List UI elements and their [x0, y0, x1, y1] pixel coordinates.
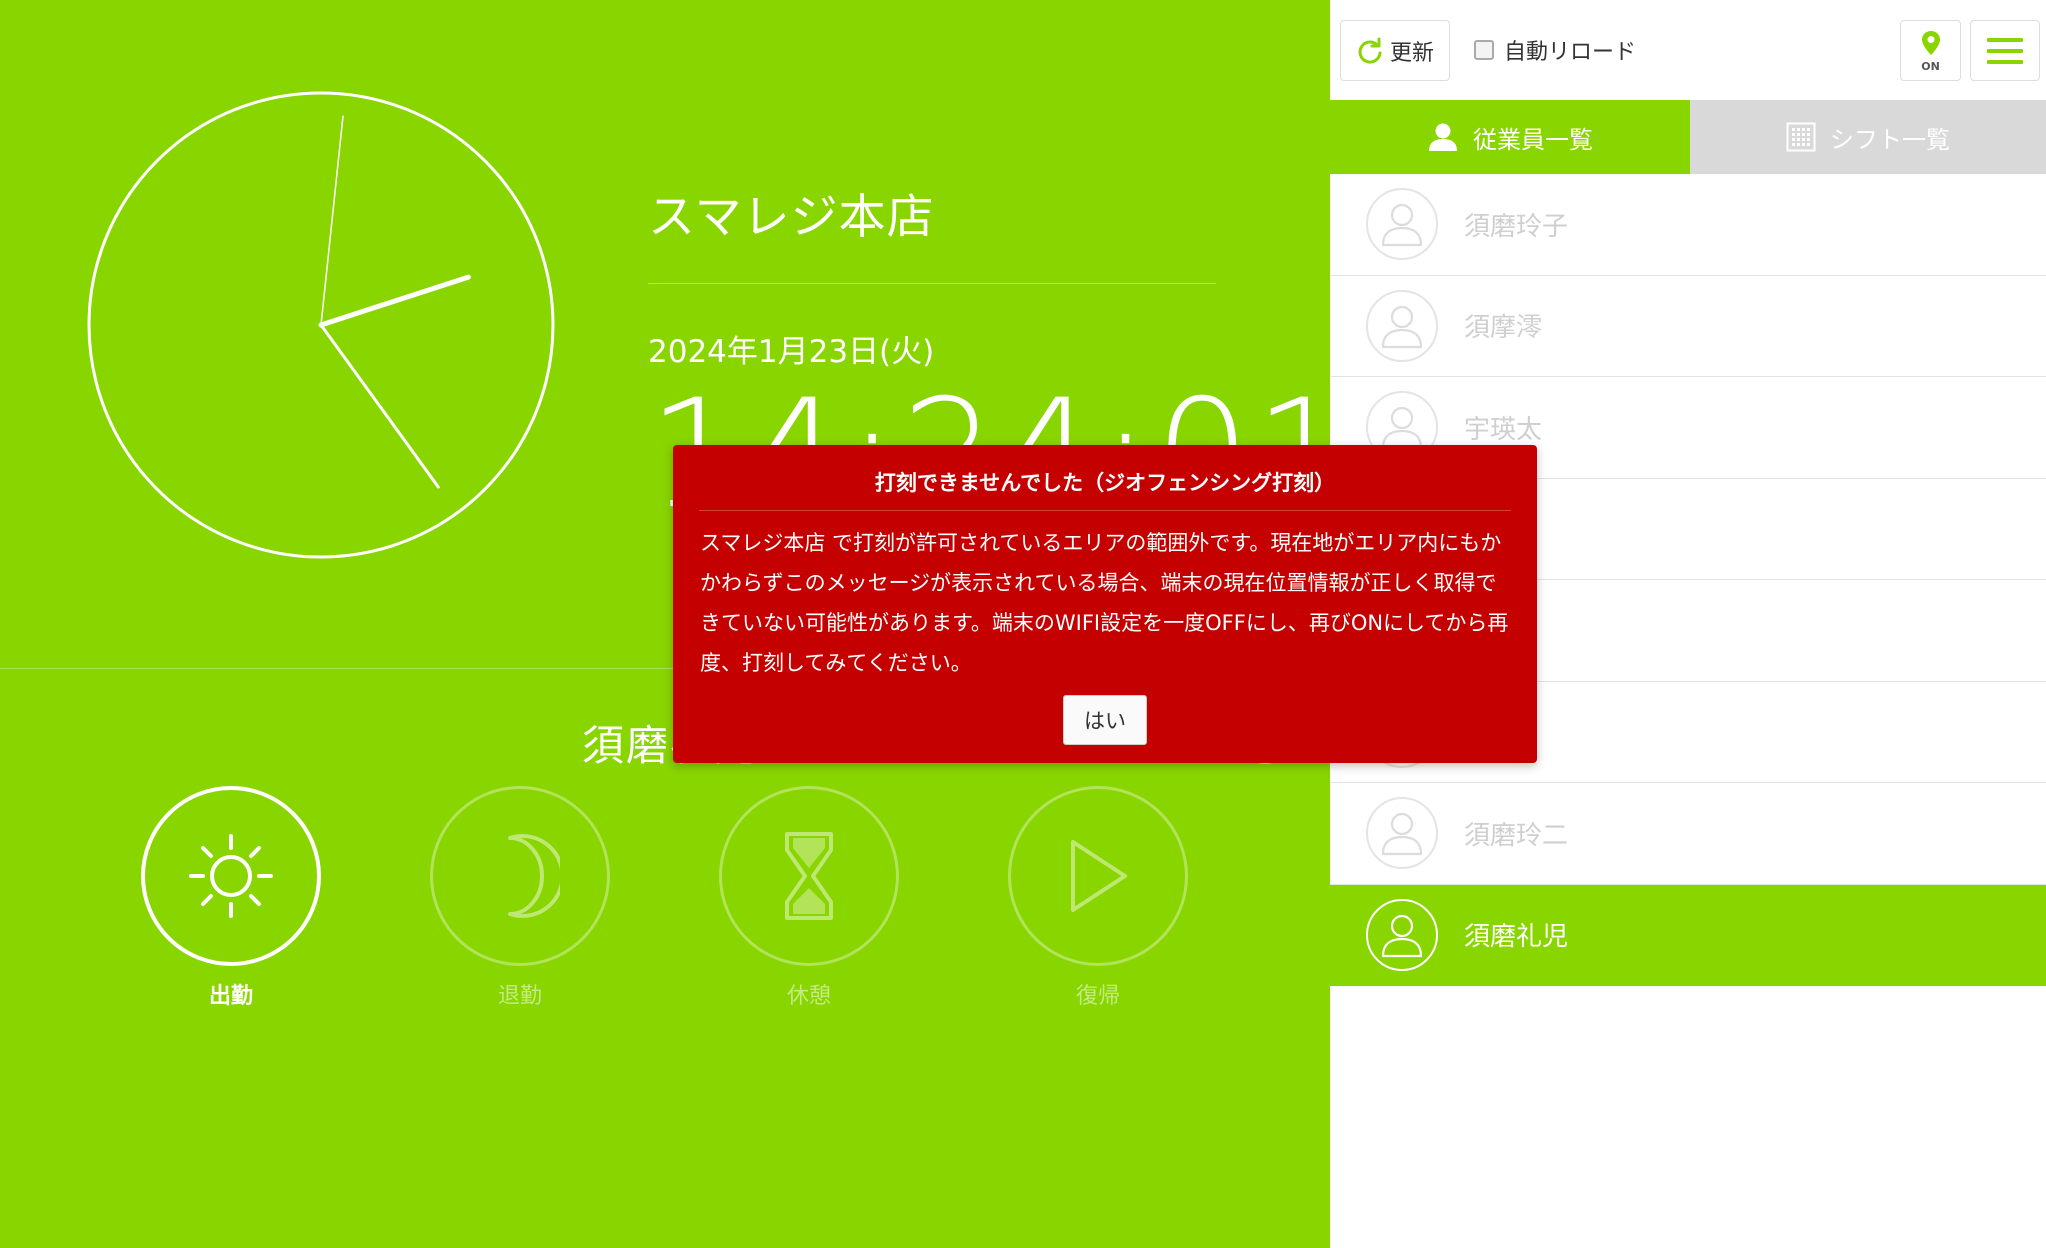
- refresh-icon: [1358, 37, 1382, 64]
- tab-employee-list-label: 従業員一覧: [1473, 125, 1593, 154]
- map-pin-icon: [1921, 30, 1940, 55]
- menu-icon-bar: [1987, 59, 2023, 64]
- employee-row[interactable]: 須磨玲二: [1330, 783, 2046, 885]
- break-button[interactable]: 休憩: [717, 786, 901, 1010]
- tab-shift-list[interactable]: シフト一覧: [1690, 100, 2046, 174]
- employee-name: 須磨礼児: [1464, 922, 1569, 953]
- current-date: 2024年1月23日(火): [648, 334, 935, 370]
- toolbar: 更新 自動リロード ON: [1330, 0, 2046, 100]
- break-label: 休憩: [786, 984, 831, 1009]
- employee-row[interactable]: 須磨礼児: [1330, 884, 2046, 986]
- clock-minute-hand: [319, 323, 440, 489]
- auto-reload-toggle[interactable]: 自動リロード: [1474, 34, 1636, 66]
- clock-out-ring[interactable]: [430, 786, 610, 966]
- break-ring[interactable]: [719, 786, 899, 966]
- tab-bar: 従業員一覧 シフト一覧: [1330, 100, 2046, 174]
- auto-reload-label: 自動リロード: [1504, 40, 1637, 65]
- divider: [648, 283, 1216, 284]
- sun-icon: [189, 834, 273, 918]
- play-icon: [1071, 840, 1127, 912]
- employee-name: 宇瑛太: [1464, 414, 1543, 445]
- user-avatar-icon: [1381, 407, 1423, 450]
- dialog-ok-button[interactable]: はい: [1063, 695, 1147, 745]
- divider: [699, 510, 1511, 511]
- refresh-button[interactable]: 更新: [1340, 20, 1450, 81]
- store-name: スマレジ本店: [648, 190, 935, 245]
- employee-name: 須摩澪: [1464, 313, 1543, 344]
- employee-row[interactable]: 須摩澪: [1330, 275, 2046, 377]
- moon-icon: [508, 834, 560, 918]
- person-icon: [1429, 123, 1457, 151]
- clock-out-label: 退勤: [497, 984, 542, 1009]
- return-label: 復帰: [1075, 984, 1120, 1009]
- user-avatar-icon: [1381, 305, 1423, 348]
- menu-icon-bar: [1987, 37, 2023, 42]
- menu-icon-bar: [1987, 48, 2023, 53]
- avatar: [1366, 898, 1438, 971]
- employee-name: 須磨玲子: [1464, 211, 1569, 242]
- refresh-label: 更新: [1389, 40, 1434, 66]
- user-avatar-icon: [1381, 813, 1423, 856]
- user-avatar-icon: [1381, 914, 1423, 957]
- avatar: [1366, 289, 1438, 362]
- employee-row[interactable]: 須磨玲子: [1330, 174, 2046, 276]
- analog-clock: [87, 91, 555, 559]
- return-button[interactable]: 復帰: [1006, 786, 1190, 1010]
- user-avatar-icon: [1381, 204, 1423, 247]
- geofence-error-dialog: 打刻できませんでした（ジオフェンシング打刻） スマレジ本店 で打刻が許可されてい…: [673, 445, 1537, 763]
- geofence-status: ON: [1921, 59, 1940, 73]
- clock-hour-hand: [318, 274, 471, 328]
- return-ring[interactable]: [1008, 786, 1188, 966]
- calendar-grid-icon: [1786, 122, 1816, 152]
- geofence-button[interactable]: ON: [1900, 20, 1961, 81]
- hourglass-icon: [785, 832, 833, 920]
- clock-in-ring[interactable]: [141, 786, 321, 966]
- clock-out-button[interactable]: 退勤: [428, 786, 612, 1010]
- clock-in-button[interactable]: 出勤: [139, 786, 323, 1010]
- auto-reload-checkbox[interactable]: [1474, 40, 1494, 60]
- avatar: [1366, 797, 1438, 870]
- dialog-message: スマレジ本店 で打刻が許可されているエリアの範囲外です。現在地がエリア内にもかか…: [700, 531, 1509, 675]
- tab-shift-list-label: シフト一覧: [1830, 125, 1950, 154]
- clock-in-label: 出勤: [208, 984, 253, 1009]
- employee-name: 須磨玲二: [1464, 820, 1569, 851]
- tab-employee-list[interactable]: 従業員一覧: [1330, 100, 1690, 174]
- dialog-title: 打刻できませんでした（ジオフェンシング打刻）: [874, 471, 1336, 495]
- avatar: [1366, 188, 1438, 261]
- clock-second-hand: [320, 115, 344, 326]
- hamburger-menu-button[interactable]: [1970, 20, 2040, 81]
